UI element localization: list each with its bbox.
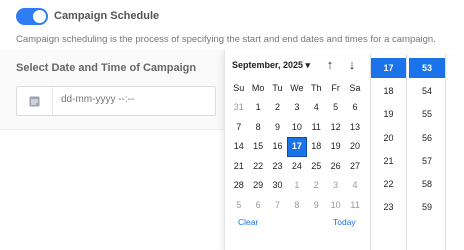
calendar-day[interactable]: 6: [248, 196, 267, 216]
calendar-day-selected[interactable]: 17: [287, 137, 307, 157]
toggle-knob: [33, 10, 46, 23]
date-time-input[interactable]: [61, 94, 211, 105]
calendar-day[interactable]: 1: [248, 98, 267, 118]
calendar-day[interactable]: 3: [326, 176, 345, 196]
calendar-day[interactable]: 9: [268, 118, 287, 138]
calendar-day[interactable]: 9: [307, 196, 326, 216]
hour-option[interactable]: 20: [371, 128, 406, 148]
campaign-schedule-toggle[interactable]: [16, 8, 48, 25]
calendar-day[interactable]: 7: [229, 118, 248, 138]
calendar-day[interactable]: 29: [248, 176, 267, 196]
hour-option[interactable]: 19: [371, 104, 406, 124]
minute-option[interactable]: 56: [409, 128, 445, 148]
calendar-day[interactable]: 2: [268, 98, 287, 118]
minute-option-selected[interactable]: 53: [409, 58, 445, 78]
calendar-day[interactable]: 1: [287, 176, 306, 196]
calendar-day[interactable]: 14: [229, 137, 248, 157]
hour-option[interactable]: 22: [371, 174, 406, 194]
hour-option-selected[interactable]: 17: [371, 58, 406, 78]
weekday-label: We: [290, 83, 304, 93]
calendar-day[interactable]: 25: [307, 157, 326, 177]
today-button[interactable]: Today: [333, 217, 356, 227]
calendar-day[interactable]: 10: [287, 118, 306, 138]
calendar-day[interactable]: 24: [287, 157, 306, 177]
calendar-day[interactable]: 5: [326, 98, 345, 118]
calendar-day[interactable]: 19: [326, 137, 345, 157]
calendar-day[interactable]: 8: [287, 196, 306, 216]
clear-button[interactable]: Clear: [238, 217, 258, 227]
weekday-label: Fr: [331, 83, 340, 93]
hour-option[interactable]: 18: [371, 81, 406, 101]
month-year-selector[interactable]: September, 2025 ▾: [232, 60, 310, 71]
campaign-date-field[interactable]: [16, 86, 216, 116]
calendar-day[interactable]: 16: [268, 137, 287, 157]
previous-month-arrow-icon[interactable]: ↑: [322, 56, 338, 74]
calendar-day[interactable]: 11: [345, 196, 364, 216]
minute-option[interactable]: 59: [409, 197, 445, 217]
calendar-day[interactable]: 18: [307, 137, 326, 157]
minutes-column[interactable]: 53 54 55 56 57 58 59: [409, 54, 446, 250]
calendar-day[interactable]: 7: [268, 196, 287, 216]
weekday-label: Th: [311, 83, 322, 93]
campaign-schedule-title: Campaign Schedule: [54, 10, 160, 22]
minute-option[interactable]: 57: [409, 151, 445, 171]
calendar-day[interactable]: 21: [229, 157, 248, 177]
calendar-day[interactable]: 5: [229, 196, 248, 216]
minute-option[interactable]: 54: [409, 81, 445, 101]
weekday-label: Su: [233, 83, 245, 93]
calendar-day[interactable]: 6: [345, 98, 364, 118]
calendar-day[interactable]: 12: [326, 118, 345, 138]
calendar-day[interactable]: 4: [307, 98, 326, 118]
calendar-day-grid: 31 1 2 3 4 5 6 7 8 9 10 11 12 13 14 15 16 17 18 19 20 21 22 23 2…: [229, 98, 365, 215]
calendar-day[interactable]: 28: [229, 176, 248, 196]
calendar-day[interactable]: 26: [326, 157, 345, 177]
select-date-time-label: Select Date and Time of Campaign: [16, 62, 197, 74]
calendar-day[interactable]: 4: [345, 176, 364, 196]
calendar-day[interactable]: 13: [345, 118, 364, 138]
minute-option[interactable]: 55: [409, 104, 445, 124]
weekday-label: Tu: [272, 83, 283, 93]
calendar-day[interactable]: 3: [287, 98, 306, 118]
calendar-day[interactable]: 11: [307, 118, 326, 138]
next-month-arrow-icon[interactable]: ↓: [344, 56, 360, 74]
calendar-day[interactable]: 2: [307, 176, 326, 196]
calendar-day[interactable]: 22: [248, 157, 267, 177]
weekday-header-row: Su Mo Tu We Th Fr Sa: [229, 83, 365, 93]
calendar-day[interactable]: 10: [326, 196, 345, 216]
calendar-day[interactable]: 20: [345, 137, 364, 157]
calendar-day[interactable]: 23: [268, 157, 287, 177]
hour-option[interactable]: 21: [371, 151, 406, 171]
weekday-label: Sa: [349, 83, 361, 93]
minute-option[interactable]: 58: [409, 174, 445, 194]
calendar-day[interactable]: 8: [248, 118, 267, 138]
calendar-day[interactable]: 30: [268, 176, 287, 196]
campaign-schedule-description: Campaign scheduling is the process of sp…: [16, 34, 436, 45]
calendar-day[interactable]: 31: [229, 98, 248, 118]
calendar-icon: [17, 87, 53, 115]
hour-option[interactable]: 23: [371, 197, 406, 217]
hours-column[interactable]: 17 18 19 20 21 22 23: [370, 54, 407, 250]
calendar-day[interactable]: 27: [345, 157, 364, 177]
weekday-label: Mo: [251, 83, 265, 93]
calendar-day[interactable]: 15: [248, 137, 267, 157]
